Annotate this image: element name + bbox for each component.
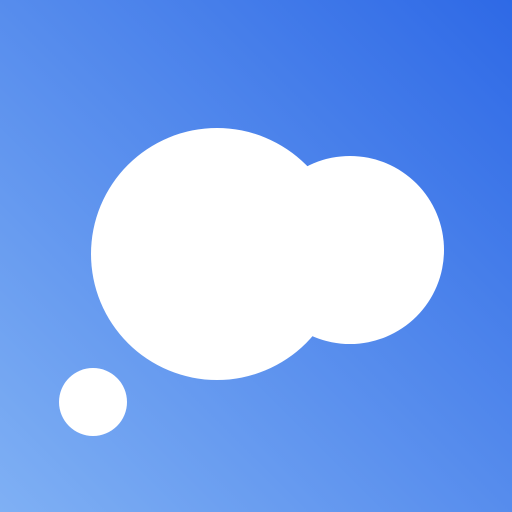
app-icon [0, 0, 512, 512]
thought-bubble-icon [0, 0, 512, 512]
bubble-tail-dot [59, 368, 127, 436]
bubble-main-lobe [91, 128, 343, 380]
